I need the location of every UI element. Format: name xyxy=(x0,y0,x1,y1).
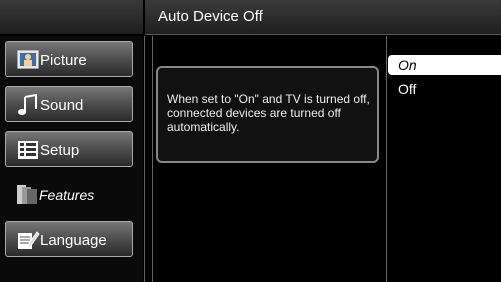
language-icon xyxy=(18,231,40,249)
divider xyxy=(144,36,145,282)
features-stack-icon xyxy=(17,185,37,204)
sidebar-item-label: Picture xyxy=(40,52,87,69)
option-label: Off xyxy=(398,81,417,97)
sidebar-item-label: Language xyxy=(40,232,107,249)
divider xyxy=(386,36,387,282)
sidebar-item-language[interactable]: Language xyxy=(5,221,133,257)
picture-icon xyxy=(17,50,39,69)
sidebar-menu: Picture Sound Setup Features Language xyxy=(0,36,143,282)
option-label: On xyxy=(398,57,417,73)
sidebar-item-setup[interactable]: Setup xyxy=(5,131,133,167)
sidebar-item-label: Features xyxy=(39,187,95,203)
sidebar-item-sound[interactable]: Sound xyxy=(5,86,133,122)
music-note-icon xyxy=(18,94,37,115)
options-list: On Off xyxy=(388,36,501,282)
page-title: Auto Device Off xyxy=(158,8,263,25)
description-panel: When set to "On" and TV is turned off, c… xyxy=(156,66,379,163)
sidebar-item-features[interactable]: Features xyxy=(5,176,133,212)
header-bar: Auto Device Off xyxy=(145,0,501,35)
divider xyxy=(152,36,153,282)
tv-settings-screen: Auto Device Off Picture Sound Setup Feat… xyxy=(0,0,501,282)
header-left-bar xyxy=(0,0,143,34)
sidebar-item-label: Setup xyxy=(40,142,80,159)
sidebar-item-picture[interactable]: Picture xyxy=(5,41,133,77)
sidebar-item-label: Sound xyxy=(40,97,84,114)
option-off[interactable]: Off xyxy=(388,79,501,99)
setup-grid-icon xyxy=(18,141,38,159)
description-text: When set to "On" and TV is turned off, c… xyxy=(167,92,370,134)
option-on[interactable]: On xyxy=(388,55,501,75)
